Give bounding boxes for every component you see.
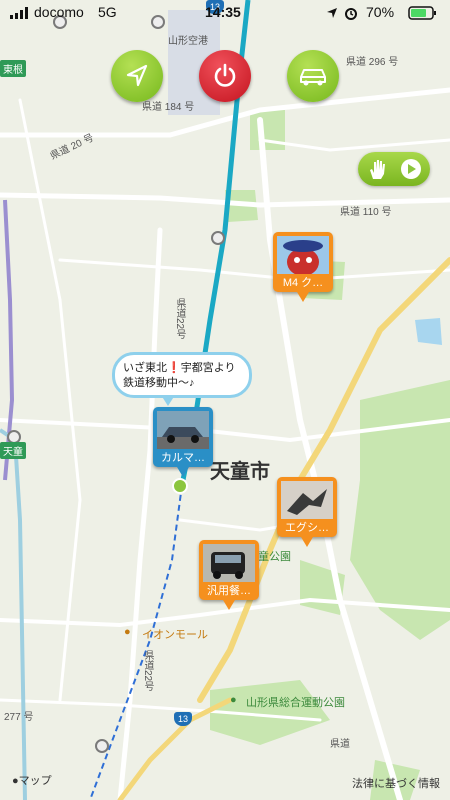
label-road-184: 県道 184 号 xyxy=(142,102,195,113)
power-icon xyxy=(214,63,236,87)
pin-caption: 汎用餐… xyxy=(207,585,251,597)
photo-pin[interactable]: 汎用餐… xyxy=(199,540,259,610)
label-road-296: 県道 296 号 xyxy=(346,57,399,68)
photo-pin[interactable]: M4 ク… xyxy=(273,232,333,302)
bubble-tail xyxy=(161,395,175,406)
pin-tail xyxy=(297,292,309,302)
power-button[interactable] xyxy=(199,50,251,102)
label-airport: 山形空港 xyxy=(168,36,208,47)
label-road-22: 県道22号 xyxy=(174,298,185,340)
signal-icon xyxy=(10,7,28,19)
pin-photo-car xyxy=(157,411,209,449)
bubble-text-a: いざ東北 xyxy=(123,362,167,374)
map-canvas[interactable] xyxy=(0,0,450,800)
label-tendo-tag: 天童 xyxy=(0,442,26,459)
bubble-line-2: 鉄道移動中〜♪ xyxy=(123,377,195,389)
label-higashine: 東根 xyxy=(0,60,26,77)
shop-icon: ● xyxy=(124,626,131,638)
bubble-text-b: 宇都宮より xyxy=(180,362,236,374)
location-arrow-icon xyxy=(327,8,337,18)
label-sports-park: 山形県総合運動公園 xyxy=(246,697,345,709)
battery-percent: 70% xyxy=(366,4,395,20)
photo-pin[interactable]: エグシ… xyxy=(277,477,337,547)
label-park: 童公園 xyxy=(258,551,291,563)
label-road-277: 277 号 xyxy=(4,712,34,723)
hand-play-toggle[interactable] xyxy=(358,152,430,186)
exclamation-icon: ❗ xyxy=(167,362,181,374)
battery-icon xyxy=(408,6,436,20)
legal-link[interactable]: 法律に基づく情報 xyxy=(352,775,440,791)
pin-caption: カルマ… xyxy=(161,452,205,464)
status-speech-bubble[interactable]: いざ東北❗宇都宮より 鉄道移動中〜♪ xyxy=(112,352,252,406)
pin-photo-mascot xyxy=(277,236,329,274)
pin-tail xyxy=(301,537,313,547)
navigation-arrow-icon xyxy=(126,64,148,87)
car-icon xyxy=(300,69,326,86)
current-position-marker xyxy=(172,478,188,494)
pin-photo-bird xyxy=(281,481,333,519)
bubble-line-1: いざ東北❗宇都宮より xyxy=(123,361,241,376)
pin-tail xyxy=(177,467,189,477)
pin-caption: M4 ク… xyxy=(282,277,324,289)
pin-photo-kcar xyxy=(203,544,255,582)
park-icon: ● xyxy=(230,694,237,706)
pin-tail xyxy=(223,600,235,610)
label-road-22-lower: 県道22号 xyxy=(142,650,153,692)
city-label: 天童市 xyxy=(210,461,270,483)
network-type: 5G xyxy=(98,4,117,20)
pond xyxy=(415,318,442,345)
clock: 14:35 xyxy=(205,4,241,20)
label-road-lower-right: 県道 xyxy=(330,739,350,750)
alarm-icon xyxy=(345,8,357,20)
label-aeon: イオンモール xyxy=(142,629,208,641)
route-13-shield-bottom: 13 xyxy=(174,712,192,726)
apple-maps-label: マップ xyxy=(18,775,52,787)
play-icon xyxy=(401,159,421,179)
apple-maps-attribution: ●マップ xyxy=(12,772,52,788)
carrier-name: docomo xyxy=(34,4,84,20)
car-mode-button[interactable] xyxy=(287,50,339,102)
apple-logo-icon: ● xyxy=(12,775,19,787)
photo-pin[interactable]: カルマ… xyxy=(153,407,213,477)
label-road-110: 県道 110 号 xyxy=(340,207,392,218)
hand-wave-icon xyxy=(370,160,385,179)
locate-button[interactable] xyxy=(111,50,163,102)
pin-caption: エグシ… xyxy=(285,522,329,534)
status-bar: docomo 5G 14:35 70% xyxy=(0,0,450,26)
